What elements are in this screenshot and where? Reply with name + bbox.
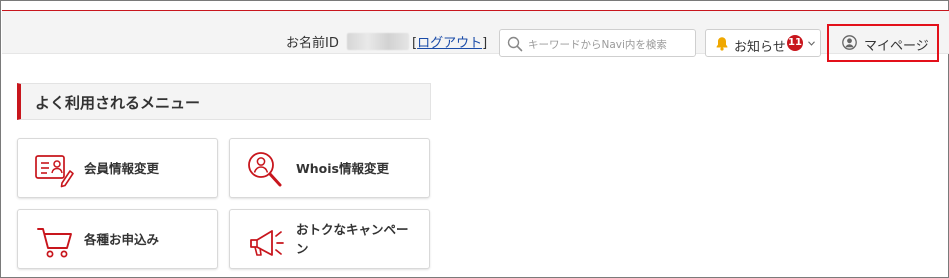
menu-card-label: 各種お申込み [84, 232, 160, 247]
cart-icon [37, 228, 72, 258]
logout-bracket-close: ] [482, 36, 488, 51]
menu-card-whois[interactable]: Whois情報変更 [229, 138, 430, 198]
logout-link[interactable]: ログアウト [417, 36, 482, 51]
chevron-down-icon [808, 41, 815, 46]
name-id-value-masked [347, 33, 409, 50]
search-input[interactable]: キーワードからNavi内を検索 [499, 29, 696, 57]
header-bar: お名前ID [ログアウト] キーワードからNavi内を検索 お知らせ 11 マイ… [2, 11, 949, 62]
mypage-button[interactable]: マイページ [833, 29, 933, 57]
menu-card-member-info[interactable]: 会員情報変更 [17, 138, 218, 198]
menu-card-label: 会員情報変更 [84, 161, 160, 176]
user-circle-icon [842, 35, 857, 50]
bell-icon [716, 37, 728, 51]
whois-search-icon [248, 152, 282, 187]
logout-wrapper: [ログアウト] [412, 32, 487, 51]
notice-count-badge: 11 [787, 35, 803, 51]
menu-card-campaign[interactable]: おトクなキャンペーン [229, 209, 430, 269]
mypage-label: マイページ [864, 39, 929, 54]
menu-card-applications[interactable]: 各種お申込み [17, 209, 218, 269]
menu-card-label: おトクなキャンペーン [296, 222, 409, 256]
search-placeholder: キーワードからNavi内を検索 [528, 39, 667, 51]
section-title: よく利用されるメニュー [35, 94, 201, 112]
notice-button[interactable]: お知らせ 11 [705, 29, 821, 57]
name-id-label: お名前ID [286, 36, 339, 51]
menu-card-label: Whois情報変更 [296, 161, 389, 176]
section-title-bar: よく利用されるメニュー [17, 83, 431, 120]
megaphone-icon [250, 230, 284, 256]
notice-label: お知らせ [734, 40, 786, 55]
search-icon [507, 36, 523, 52]
member-card-icon [35, 155, 74, 188]
page-frame: お名前ID [ログアウト] キーワードからNavi内を検索 お知らせ 11 マイ… [0, 0, 949, 278]
